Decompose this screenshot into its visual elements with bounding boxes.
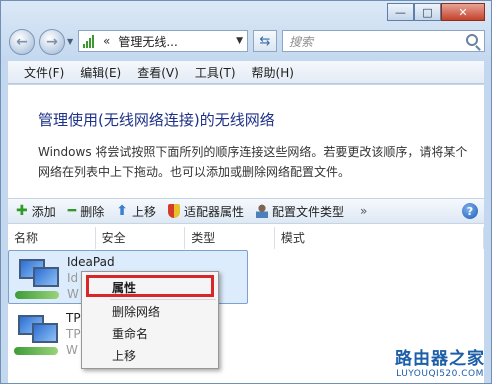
menu-file[interactable]: 文件(F): [24, 64, 64, 81]
forward-button[interactable]: →: [39, 29, 65, 55]
profile-type-button[interactable]: 配置文件类型: [255, 203, 344, 220]
wireless-network-icon: [83, 34, 99, 48]
recent-pages-dropdown-icon[interactable]: ▼: [67, 37, 73, 46]
user-icon: [255, 204, 268, 218]
address-dropdown-icon[interactable]: ▼: [236, 36, 243, 46]
remove-button[interactable]: ━ 删除: [68, 203, 104, 220]
context-menu-rename[interactable]: 重命名: [112, 325, 148, 342]
refresh-icon: ⇆: [259, 33, 271, 49]
window: — □ ✕ ← → ▼ « 管理无线... ▼ ⇆ 搜索 文件(F) 编辑(E)…: [0, 0, 492, 384]
content-pane: 管理使用(无线网络连接)的无线网络 Windows 将尝试按照下面所列的顺序连接…: [8, 85, 484, 383]
help-icon[interactable]: ?: [462, 203, 478, 219]
back-button[interactable]: ←: [9, 29, 35, 55]
network-name: TP: [66, 311, 81, 325]
watermark-url: LUYOUQI520.COM: [396, 369, 484, 379]
forward-arrow-icon: →: [46, 34, 58, 50]
watermark-title: 路由器之家: [395, 349, 485, 369]
network-name: IdeaPad: [67, 255, 115, 269]
column-security[interactable]: 安全: [96, 227, 186, 249]
menu-separator: [110, 299, 216, 300]
context-menu-properties[interactable]: 属性: [112, 279, 136, 296]
highlight-box: [86, 275, 214, 297]
column-headers: 名称 安全 类型 模式: [8, 227, 484, 249]
move-up-button[interactable]: ⬆ 上移: [116, 203, 156, 220]
back-arrow-icon: ←: [16, 34, 28, 50]
add-label: 添加: [31, 204, 56, 219]
page-description: Windows 将尝试按照下面所列的顺序连接这些网络。若要更改该顺序，请将某个网…: [38, 145, 468, 179]
search-placeholder: 搜索: [289, 34, 314, 49]
column-mode[interactable]: 模式: [275, 227, 484, 249]
maximize-button[interactable]: □: [414, 3, 441, 21]
shield-icon: [167, 204, 180, 218]
page-title: 管理使用(无线网络连接)的无线网络: [38, 111, 275, 129]
menu-bar: 文件(F) 编辑(E) 查看(V) 工具(T) 帮助(H): [8, 61, 484, 84]
minus-icon: ━: [67, 203, 77, 219]
network-detail: W: [66, 343, 78, 357]
close-button[interactable]: ✕: [441, 3, 485, 21]
menu-tools[interactable]: 工具(T): [195, 64, 236, 81]
add-button[interactable]: ✚ 添加: [16, 203, 56, 220]
breadcrumb-current[interactable]: 管理无线...: [118, 33, 177, 50]
toolbar-overflow-button[interactable]: »: [360, 204, 367, 218]
command-bar: ✚ 添加 ━ 删除 ⬆ 上移 适配器属性 配置文件类型 » ?: [8, 198, 484, 224]
menu-help[interactable]: 帮助(H): [252, 64, 294, 81]
breadcrumb-overflow[interactable]: «: [103, 34, 110, 48]
move-up-label: 上移: [131, 204, 156, 219]
context-menu-move-up[interactable]: 上移: [112, 347, 136, 364]
refresh-button[interactable]: ⇆: [253, 30, 277, 52]
address-bar[interactable]: « 管理无线... ▼: [78, 30, 248, 52]
remove-label: 删除: [80, 204, 105, 219]
network-detail: W: [67, 287, 79, 301]
adapter-properties-button[interactable]: 适配器属性: [167, 203, 244, 220]
minimize-button[interactable]: —: [387, 3, 414, 21]
adapter-properties-label: 适配器属性: [183, 204, 244, 219]
menu-view[interactable]: 查看(V): [137, 64, 179, 81]
up-arrow-icon: ⬆: [116, 203, 128, 219]
context-menu-delete-network[interactable]: 删除网络: [112, 303, 160, 320]
watermark: 路由器之家 LUYOUQI520.COM: [395, 344, 485, 379]
search-input[interactable]: 搜索: [282, 30, 485, 52]
caption-buttons: — □ ✕: [387, 3, 485, 21]
wireless-network-icon: [14, 313, 64, 357]
menu-edit[interactable]: 编辑(E): [80, 64, 121, 81]
profile-type-label: 配置文件类型: [271, 204, 344, 219]
search-icon[interactable]: [466, 34, 478, 46]
context-menu: 属性 删除网络 重命名 上移: [81, 271, 219, 369]
network-detail: Id: [67, 271, 79, 285]
column-type[interactable]: 类型: [185, 227, 275, 249]
column-name[interactable]: 名称: [8, 227, 96, 249]
wireless-network-icon: [15, 257, 65, 301]
plus-icon: ✚: [16, 203, 28, 219]
network-detail: TP: [66, 327, 81, 341]
